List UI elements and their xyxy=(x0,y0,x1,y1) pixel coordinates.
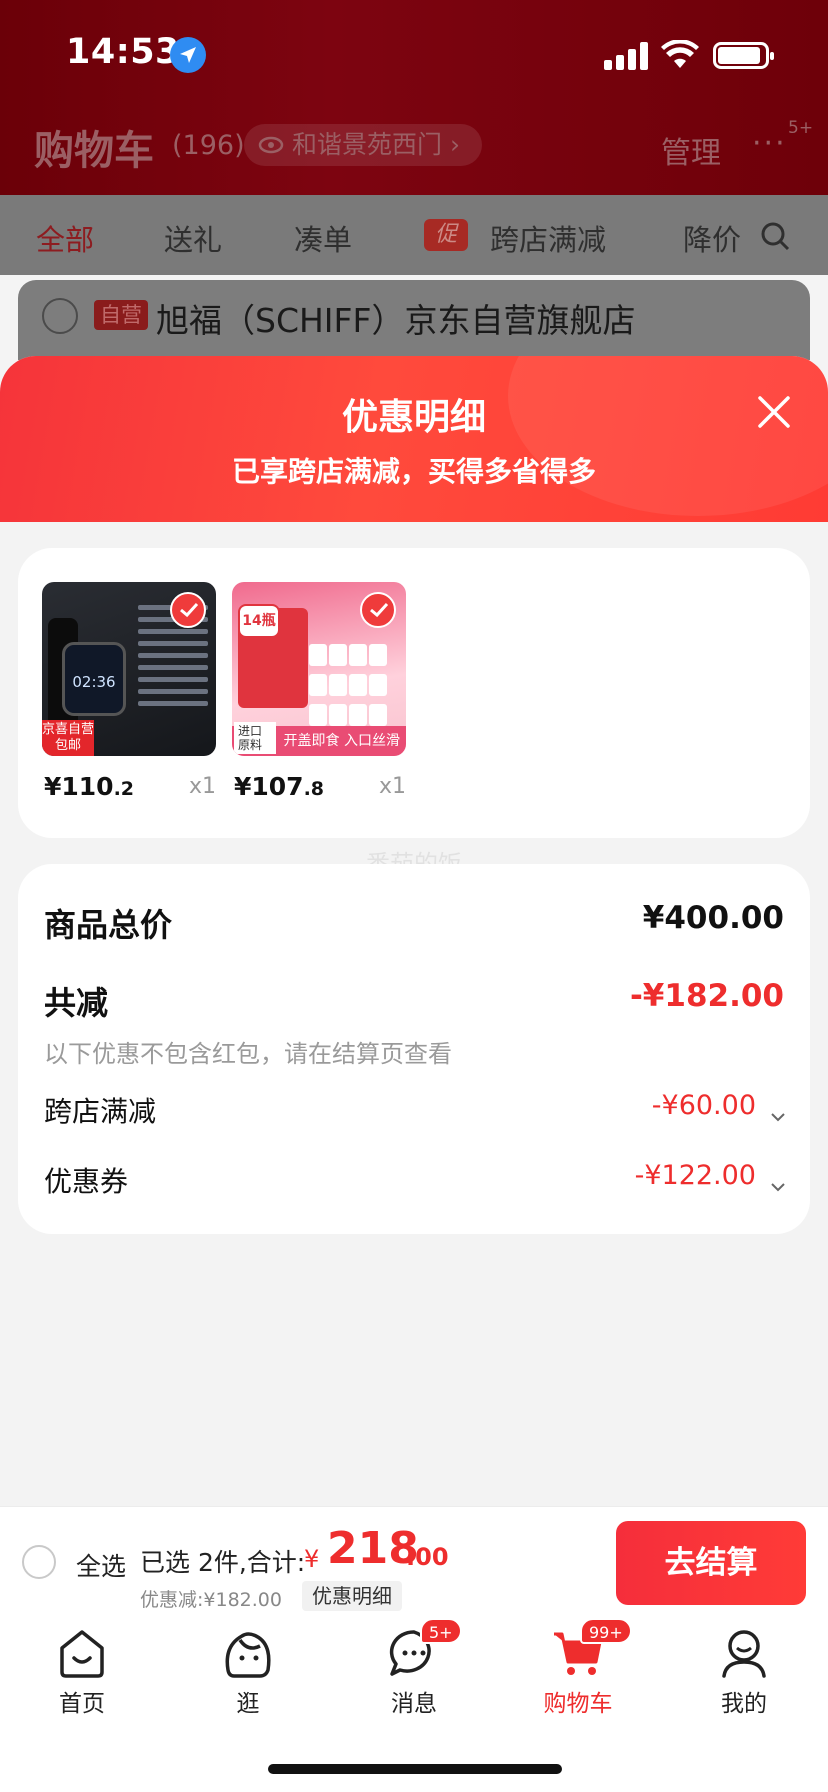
tab-cross-store[interactable]: 跨店满减 xyxy=(490,217,606,259)
store-checkbox[interactable] xyxy=(42,298,78,334)
sheet-title: 优惠明细 xyxy=(341,397,486,438)
battery-icon xyxy=(713,42,774,69)
eye-icon xyxy=(258,136,284,154)
checkmark-icon xyxy=(170,592,206,628)
close-icon[interactable] xyxy=(752,390,796,434)
bottle-count-tag: 14瓶 xyxy=(238,604,280,638)
tab-price-drop[interactable]: 降价 xyxy=(683,217,743,259)
home-icon xyxy=(54,1626,110,1680)
total-currency: ¥ xyxy=(304,1545,320,1573)
total-reduction-label: 共减 xyxy=(44,984,109,1022)
discount-amount: 优惠减:¥182.00 xyxy=(140,1589,282,1611)
more-badge: 5+ xyxy=(788,118,814,138)
selected-summary: 已选 2件,合计: xyxy=(140,1548,306,1577)
product-item[interactable]: 14瓶 开盖即食 入口丝滑 进口 原料 ¥107.8 x1 xyxy=(232,582,406,801)
chevron-right-icon: › xyxy=(450,130,461,159)
product-item[interactable]: 02:36 京喜自营 包邮 ¥110.2 x1 xyxy=(42,582,216,801)
tab-discover[interactable]: 逛 xyxy=(188,1626,308,1718)
checkout-button[interactable]: 去结算 xyxy=(616,1521,806,1605)
reduction-note: 以下优惠不包含红包，请在结算页查看 xyxy=(44,1040,452,1068)
total-price-label: 商品总价 xyxy=(44,906,173,944)
product-quantity: x1 xyxy=(188,774,216,799)
tab-bundle[interactable]: 凑单 xyxy=(294,217,352,259)
cart-badge: 99+ xyxy=(580,1618,632,1644)
cellular-signal-icon xyxy=(604,42,648,70)
total-amount-decimal: .00 xyxy=(406,1543,449,1571)
tab-profile[interactable]: 我的 xyxy=(684,1626,804,1718)
total-reduction-value: -¥182.00 xyxy=(629,978,784,1014)
home-indicator xyxy=(268,1764,562,1774)
chevron-down-icon[interactable] xyxy=(770,1166,786,1199)
tab-all[interactable]: 全部 xyxy=(36,217,94,259)
status-bar: 14:53 xyxy=(0,0,828,110)
cross-store-discount-label: 跨店满减 xyxy=(44,1095,157,1128)
coupon-discount-label: 优惠券 xyxy=(44,1165,129,1198)
cart-count: (196) xyxy=(172,130,245,161)
manage-button[interactable]: 管理 xyxy=(661,128,721,172)
search-icon[interactable] xyxy=(760,221,790,255)
store-name[interactable]: 旭福（SCHIFF）京东自营旗舰店 xyxy=(156,294,636,342)
price-summary-card: 商品总价 ¥400.00 共减 -¥182.00 以下优惠不包含红包，请在结算页… xyxy=(18,864,810,1234)
filter-tabs: 全部 送礼 凑单 促 跨店满减 降价 xyxy=(0,195,828,275)
select-all-checkbox[interactable] xyxy=(22,1545,56,1579)
discover-icon xyxy=(220,1626,276,1680)
birdnest-thumbnail: 14瓶 开盖即食 入口丝滑 进口 原料 xyxy=(232,582,406,756)
smartwatch-thumbnail: 02:36 京喜自营 包邮 xyxy=(42,582,216,756)
cross-store-discount-value: -¥60.00 xyxy=(651,1090,756,1121)
address-label: 和谐景苑西门 xyxy=(292,130,443,159)
promo-tag: 促 xyxy=(424,219,468,251)
discount-detail-link[interactable]: 优惠明细 xyxy=(302,1581,402,1611)
wifi-icon xyxy=(661,39,699,74)
address-selector[interactable]: 和谐景苑西门 › xyxy=(244,124,483,166)
profile-icon xyxy=(716,1626,772,1680)
message-icon: 5+ xyxy=(386,1618,462,1680)
message-badge: 5+ xyxy=(420,1618,462,1644)
select-all-label[interactable]: 全选 xyxy=(76,1547,126,1583)
product-price: ¥107.8 xyxy=(234,772,325,801)
product-quantity: x1 xyxy=(378,774,406,799)
more-options-button[interactable]: ··· xyxy=(752,126,787,161)
checkmark-icon xyxy=(360,592,396,628)
location-arrow-icon xyxy=(170,37,206,73)
sheet-header: 优惠明细 已享跨店满减，买得多省得多 xyxy=(0,356,828,522)
checkout-bar: 全选 已选 2件,合计: ¥ 218 .00 优惠减:¥182.00 优惠明细 … xyxy=(0,1506,828,1612)
discount-detail-sheet: 优惠明细 已享跨店满减，买得多省得多 02:36 京喜自营 包邮 ¥110.2 x… xyxy=(0,356,828,1506)
page-title: 购物车 xyxy=(34,128,154,174)
tab-cart[interactable]: 99+ 购物车 xyxy=(518,1618,638,1718)
store-header: 自营 旭福（SCHIFF）京东自营旗舰店 xyxy=(18,280,810,360)
free-shipping-tag: 京喜自营 包邮 xyxy=(42,720,94,756)
tab-gift[interactable]: 送礼 xyxy=(164,217,222,259)
total-price-value: ¥400.00 xyxy=(642,900,784,936)
status-time: 14:53 xyxy=(66,32,180,72)
self-operated-badge: 自营 xyxy=(94,300,148,330)
origin-tag: 进口 原料 xyxy=(234,722,276,754)
coupon-discount-value: -¥122.00 xyxy=(634,1160,756,1191)
product-price: ¥110.2 xyxy=(44,772,135,801)
chevron-down-icon[interactable] xyxy=(770,1096,786,1129)
cart-icon: 99+ xyxy=(550,1618,632,1680)
tab-home[interactable]: 首页 xyxy=(22,1626,142,1718)
watch-screen-time: 02:36 xyxy=(62,642,126,716)
sheet-subtitle: 已享跨店满减，买得多省得多 xyxy=(231,455,596,488)
tab-messages[interactable]: 5+ 消息 xyxy=(354,1618,474,1718)
selected-products-card: 02:36 京喜自营 包邮 ¥110.2 x1 14瓶 开盖即食 入口丝滑 进口原… xyxy=(18,548,810,838)
